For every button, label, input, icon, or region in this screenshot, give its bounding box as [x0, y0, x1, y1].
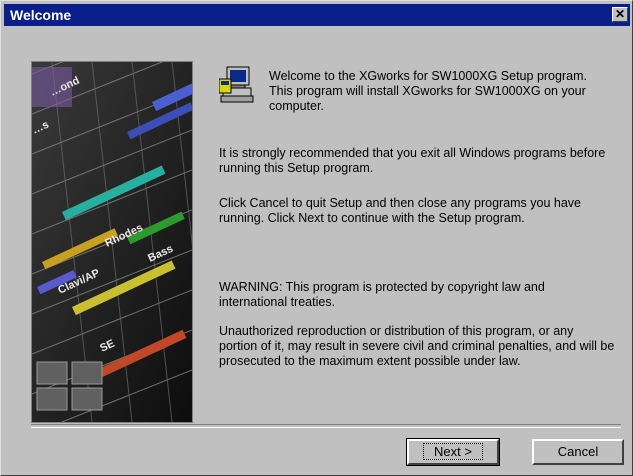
close-button[interactable]: ✕: [612, 7, 628, 22]
cancel-button-label: Cancel: [557, 444, 599, 459]
next-button-label: Next >: [423, 443, 483, 460]
setup-dialog: Welcome ✕ …ond …s Bass Rhodes Clavi/AP S…: [0, 0, 633, 476]
instructions-text: Click Cancel to quit Setup and then clos…: [219, 196, 582, 225]
unauthorized-text: Unauthorized reproduction or distributio…: [219, 324, 615, 368]
close-icon: ✕: [614, 7, 626, 21]
button-separator: [31, 424, 621, 428]
setup-computer-icon: [218, 65, 255, 105]
warning-text: WARNING: This program is protected by co…: [219, 280, 545, 309]
next-button[interactable]: Next >: [406, 438, 500, 466]
title-bar: Welcome ✕: [4, 4, 630, 26]
cancel-button[interactable]: Cancel: [532, 439, 624, 465]
setup-side-image: …ond …s Bass Rhodes Clavi/AP SE: [31, 61, 193, 423]
recommend-text: It is strongly recommended that you exit…: [219, 146, 606, 175]
intro-text: Welcome to the XGworks for SW1000XG Setu…: [269, 69, 587, 113]
side-image-artwork: …ond …s Bass Rhodes Clavi/AP SE: [32, 62, 192, 422]
window-title: Welcome: [10, 7, 72, 23]
